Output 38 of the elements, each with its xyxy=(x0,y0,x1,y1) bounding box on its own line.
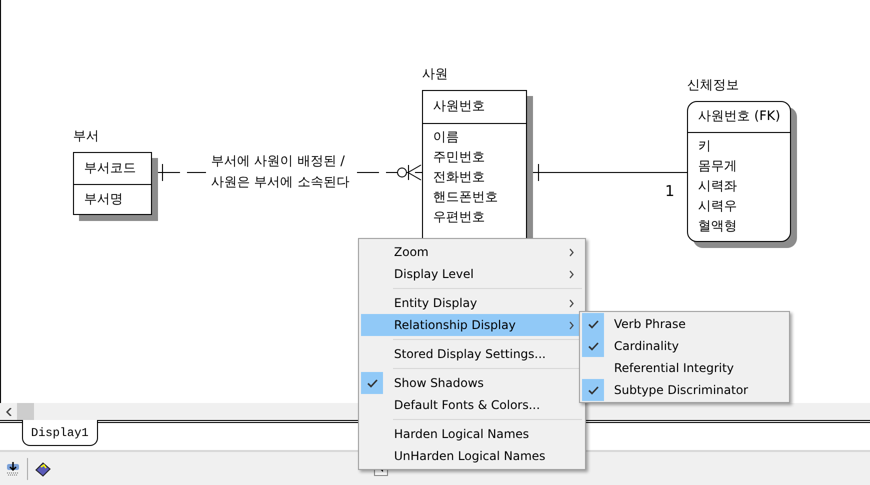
menu-item[interactable]: Cardinality xyxy=(582,335,787,357)
key-attribute: 사원번호 xyxy=(433,98,486,116)
menu-item[interactable]: Stored Display Settings... xyxy=(361,343,583,365)
menu-item[interactable]: Verb Phrase xyxy=(582,313,787,335)
entity-name: 신체정보 xyxy=(687,77,740,95)
menu-item[interactable]: Referential Integrity xyxy=(582,357,787,379)
chevron-left-icon xyxy=(6,408,12,416)
check-icon xyxy=(588,386,598,394)
key-attribute: 부서코드 xyxy=(84,160,137,178)
attribute: 주민번호 xyxy=(433,149,486,167)
menu-item[interactable]: Default Fonts & Colors... xyxy=(361,394,583,416)
download-tray-icon[interactable] xyxy=(5,460,21,476)
menu-item[interactable]: Subtype Discriminator xyxy=(582,379,787,401)
entity-name: 부서 xyxy=(73,128,100,146)
attribute: 시력좌 xyxy=(698,178,738,196)
check-icon xyxy=(588,342,598,350)
menu-item[interactable]: UnHarden Logical Names xyxy=(361,445,583,467)
menu-item[interactable]: Harden Logical Names xyxy=(361,423,583,445)
cardinality-label: 1 xyxy=(665,181,675,201)
attribute: 우편번호 xyxy=(433,209,486,227)
check-icon xyxy=(366,378,378,388)
check-icon xyxy=(588,320,598,328)
menu-item[interactable]: Zoom xyxy=(361,241,583,263)
key-attribute: 사원번호 (FK) xyxy=(698,108,782,126)
attribute: 부서명 xyxy=(84,191,124,209)
attribute: 몸무게 xyxy=(698,158,738,176)
attribute: 키 xyxy=(698,138,712,156)
attribute: 시력우 xyxy=(698,198,738,216)
menu-item[interactable]: Display Level xyxy=(361,263,583,285)
scroll-thumb[interactable] xyxy=(17,403,34,420)
attribute: 전화번호 xyxy=(433,169,486,187)
menu-item[interactable]: Show Shadows xyxy=(361,372,583,394)
attribute: 핸드폰번호 xyxy=(433,189,499,207)
attribute: 이름 xyxy=(433,129,460,147)
entity-name: 사원 xyxy=(422,66,449,84)
menu-item[interactable]: Entity Display xyxy=(361,292,583,314)
tab[interactable]: Display1 xyxy=(22,420,98,446)
attribute: 혈액형 xyxy=(698,218,738,236)
